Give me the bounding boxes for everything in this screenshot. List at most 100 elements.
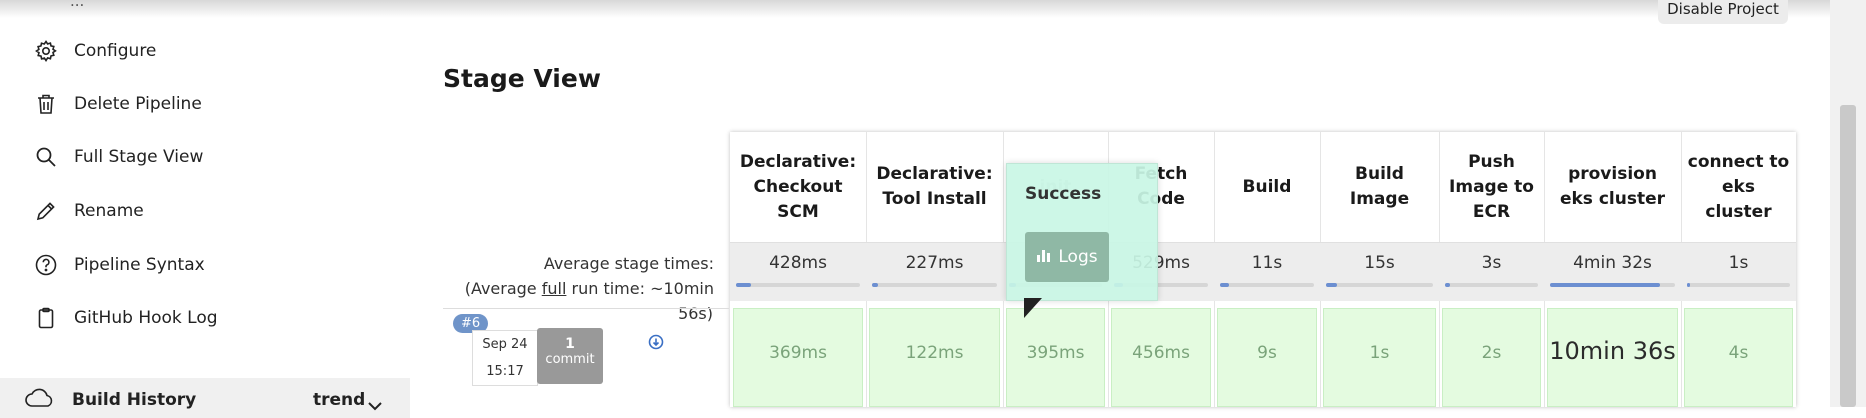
chevron-down-icon[interactable] xyxy=(368,396,382,415)
stage-avg: 428ms xyxy=(730,242,866,301)
help-icon xyxy=(32,251,60,279)
sidebar-item-label: Configure xyxy=(74,41,157,61)
stage-run-cell[interactable]: 4s xyxy=(1684,308,1793,407)
popup-pointer xyxy=(1024,298,1042,318)
stage-avg-bar xyxy=(1445,283,1538,287)
build-history-header[interactable]: Build History trend xyxy=(0,378,410,418)
page-scrollbar[interactable] xyxy=(1830,0,1866,407)
sidebar-item-rename[interactable]: Rename xyxy=(32,191,144,231)
stage-avg-time: 3s xyxy=(1481,253,1502,273)
sidebar-item-configure[interactable]: Configure xyxy=(32,31,156,71)
trash-icon xyxy=(32,90,60,118)
bar-chart-icon xyxy=(1036,247,1052,268)
stage-avg: 3s xyxy=(1439,242,1544,301)
stage-run-cell[interactable]: 10min 36s xyxy=(1547,308,1678,407)
sidebar-item-pipeline-syntax[interactable]: Pipeline Syntax xyxy=(32,245,205,285)
stage-avg: 11s xyxy=(1214,242,1320,301)
stage-view-grid: Declarative: Checkout SCM 428ms 369ms De… xyxy=(730,132,1796,407)
pencil-icon xyxy=(32,197,60,225)
commit-count-box[interactable]: 1 commit xyxy=(537,328,603,384)
build-date-day: Sep 24 xyxy=(482,337,528,352)
stage-avg-bar-fill xyxy=(1326,283,1337,287)
stage-run-cell[interactable]: 456ms xyxy=(1111,308,1211,407)
cloud-icon xyxy=(24,386,56,414)
stage-run-cell[interactable]: 395ms xyxy=(1006,308,1105,407)
stage-column: Push Image to ECR 3s 2s xyxy=(1439,132,1545,407)
stage-run-cell[interactable]: 9s xyxy=(1217,308,1317,407)
logs-label: Logs xyxy=(1058,247,1098,267)
build-date-time: 15:17 xyxy=(486,364,524,379)
sidebar-item-delete-pipeline[interactable]: Delete Pipeline xyxy=(32,84,202,124)
stage-avg: 1s xyxy=(1681,242,1796,301)
stage-run-cell[interactable]: 1s xyxy=(1323,308,1436,407)
stage-avg-bar-fill xyxy=(1550,283,1660,287)
stage-run-cell[interactable]: 122ms xyxy=(869,308,1000,407)
stage-column: Build Image 15s 1s xyxy=(1320,132,1440,407)
stage-avg-time: 1s xyxy=(1728,253,1749,273)
gear-icon xyxy=(32,37,60,65)
stage-header: connect to eks cluster xyxy=(1687,151,1790,222)
stage-run-time: 369ms xyxy=(769,343,827,363)
stage-avg-bar xyxy=(736,283,860,287)
stage-run-time: 122ms xyxy=(905,343,964,363)
stage-run-time: 2s xyxy=(1481,343,1502,363)
stage-header: Push Image to ECR xyxy=(1449,151,1534,222)
stage-avg-bar xyxy=(1220,283,1314,287)
commit-label: commit xyxy=(545,352,595,367)
stage-avg: 15s xyxy=(1320,242,1439,301)
build-history-label: Build History xyxy=(72,390,197,410)
stage-run-time: 10min 36s xyxy=(1549,337,1676,365)
stage-column: Declarative: Tool Install 227ms 122ms xyxy=(866,132,1004,407)
sidebar-item-label: Full Stage View xyxy=(74,147,204,167)
sidebar-item-label: Rename xyxy=(74,201,144,221)
stage-avg: 227ms xyxy=(866,242,1003,301)
stage-avg-bar-fill xyxy=(1687,283,1691,287)
stage-avg-time: 227ms xyxy=(905,253,964,273)
full-run-link[interactable]: full xyxy=(542,279,567,298)
stage-run-time: 395ms xyxy=(1026,343,1085,363)
stage-avg-bar xyxy=(1326,283,1433,287)
commit-count: 1 xyxy=(565,336,575,352)
stage-run-time: 9s xyxy=(1257,343,1277,363)
sidebar-item-label: Delete Pipeline xyxy=(74,94,202,114)
sidebar-item-full-stage-view[interactable]: Full Stage View xyxy=(32,137,203,177)
stage-header: Declarative: Checkout SCM xyxy=(739,151,857,222)
avg-stage-times-label: Average stage times: xyxy=(543,254,714,273)
sidebar-item-label: Pipeline Syntax xyxy=(74,255,205,275)
stage-column: Build 11s 9s xyxy=(1214,132,1321,407)
stage-run-cell[interactable]: 369ms xyxy=(733,308,863,407)
stage-run-time: 1s xyxy=(1369,343,1390,363)
stage-avg-time: 428ms xyxy=(769,253,827,273)
sidebar: Configure Delete Pipeline Full Stage Vie… xyxy=(0,0,410,418)
stage-column: provision eks cluster 4min 32s 10min 36s xyxy=(1544,132,1682,407)
build-date: Sep 24 15:17 xyxy=(472,330,538,386)
stage-avg: 4min 32s xyxy=(1544,242,1681,301)
popup-status: Success xyxy=(1025,184,1102,204)
stage-avg-bar-fill xyxy=(1220,283,1230,287)
stage-avg-bar xyxy=(872,283,997,287)
stage-avg-bar xyxy=(1550,283,1675,287)
stage-run-cell[interactable]: 2s xyxy=(1442,308,1541,407)
page-title: Stage View xyxy=(443,64,601,93)
stage-column: connect to eks cluster 1s 4s xyxy=(1681,132,1796,407)
stage-avg-bar-fill xyxy=(872,283,879,287)
stage-avg-time: 4min 32s xyxy=(1573,253,1652,273)
logs-button[interactable]: Logs xyxy=(1025,232,1109,282)
avg-full-run-label: (Average full run time: ~10min xyxy=(464,279,714,298)
stage-header: Build xyxy=(1242,176,1292,197)
stage-run-time: 4s xyxy=(1728,343,1749,363)
stage-run-time: 456ms xyxy=(1132,343,1190,363)
stage-avg-bar-fill xyxy=(736,283,751,287)
disable-project-button[interactable]: Disable Project xyxy=(1658,0,1788,24)
stage-avg-time: 15s xyxy=(1364,253,1395,273)
clipboard-icon xyxy=(32,304,60,332)
scrollbar-thumb[interactable] xyxy=(1840,105,1856,407)
stage-header: Declarative: Tool Install xyxy=(876,164,993,209)
download-icon[interactable] xyxy=(648,334,664,354)
search-icon xyxy=(32,143,60,171)
stage-status-popup: Success Logs xyxy=(1006,163,1158,301)
stage-header: Build Image xyxy=(1349,164,1410,209)
sidebar-item-github-hook-log[interactable]: GitHub Hook Log xyxy=(32,298,218,338)
stage-column: Declarative: Checkout SCM 428ms 369ms xyxy=(730,132,867,407)
trend-link[interactable]: trend xyxy=(313,390,365,410)
